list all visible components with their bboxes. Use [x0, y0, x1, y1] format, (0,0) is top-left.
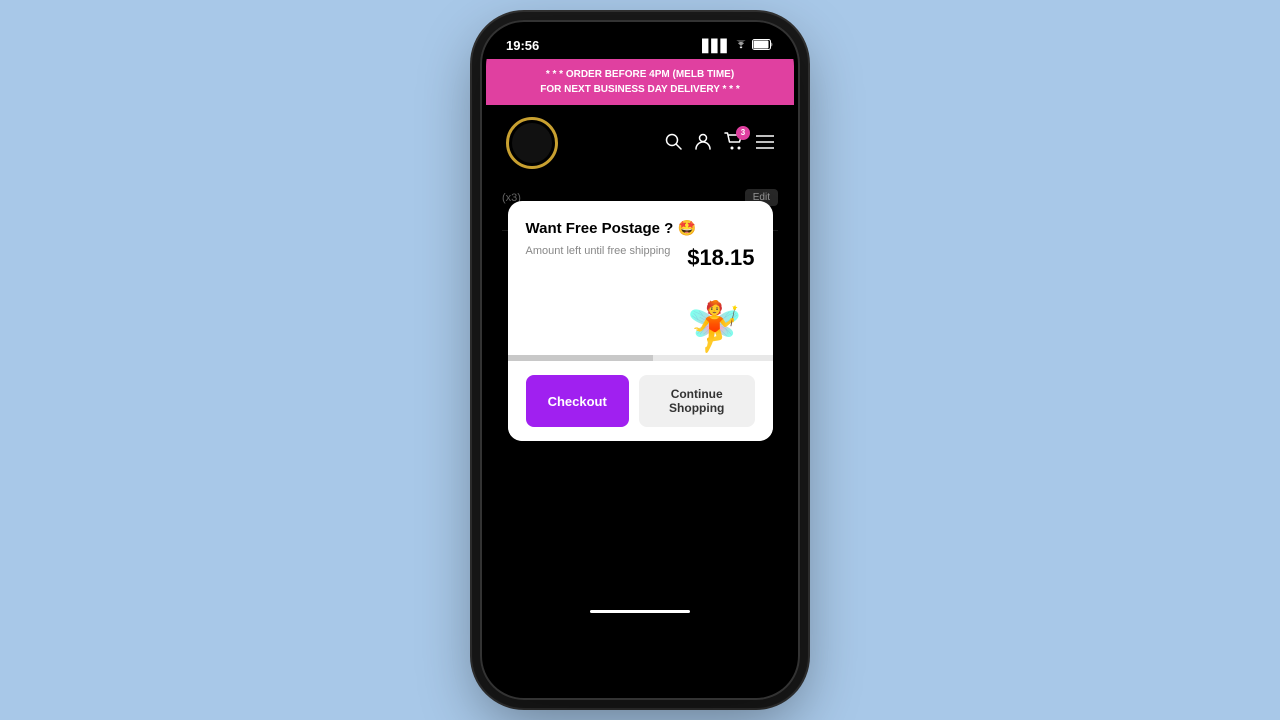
- home-bar: [590, 610, 690, 613]
- search-icon[interactable]: [664, 132, 682, 155]
- main-content: (x3) Edit Curl: C Subtotal $56.85 Shippi…: [486, 181, 794, 601]
- shipping-info-row: Amount left until free shipping $18.15: [526, 245, 755, 271]
- promo-banner: * * * ORDER BEFORE 4PM (MELB TIME) FOR N…: [486, 59, 794, 105]
- screen: 19:56 ▋▋▋: [486, 26, 794, 694]
- character-area: 🧚: [526, 275, 755, 355]
- continue-shopping-button[interactable]: Continue Shopping: [639, 375, 755, 427]
- popup-title: Want Free Postage ? 🤩: [526, 219, 755, 237]
- popup-buttons: Checkout Continue Shopping: [508, 361, 773, 441]
- cart-badge: 3: [736, 126, 750, 140]
- popup-overlay: Want Free Postage ? 🤩 Amount left until …: [486, 181, 794, 601]
- logo[interactable]: [506, 117, 558, 169]
- battery-icon: [752, 39, 774, 53]
- home-indicator: [486, 601, 794, 621]
- signal-icon: ▋▋▋: [702, 39, 730, 53]
- shipping-amount: $18.15: [687, 245, 754, 271]
- cart-icon[interactable]: 3: [724, 132, 744, 155]
- shipping-label: Amount left until free shipping: [526, 245, 688, 257]
- checkout-button[interactable]: Checkout: [526, 375, 629, 427]
- logo-inner: [512, 123, 552, 163]
- phone-frame: 19:56 ▋▋▋: [480, 20, 800, 700]
- character-illustration: 🧚: [685, 298, 745, 355]
- popup-body: Want Free Postage ? 🤩 Amount left until …: [508, 201, 773, 355]
- status-icons: ▋▋▋: [702, 39, 774, 53]
- banner-line2: FOR NEXT BUSINESS DAY DELIVERY * * *: [498, 82, 782, 97]
- menu-icon[interactable]: [756, 133, 774, 154]
- wifi-icon: [734, 39, 748, 53]
- popup-card: Want Free Postage ? 🤩 Amount left until …: [508, 201, 773, 441]
- notch: [590, 32, 690, 54]
- nav-icons: 3: [664, 132, 774, 155]
- account-icon[interactable]: [694, 132, 712, 155]
- banner-line1: * * * ORDER BEFORE 4PM (MELB TIME): [498, 67, 782, 82]
- header: 3: [486, 105, 794, 181]
- status-time: 19:56: [506, 38, 539, 53]
